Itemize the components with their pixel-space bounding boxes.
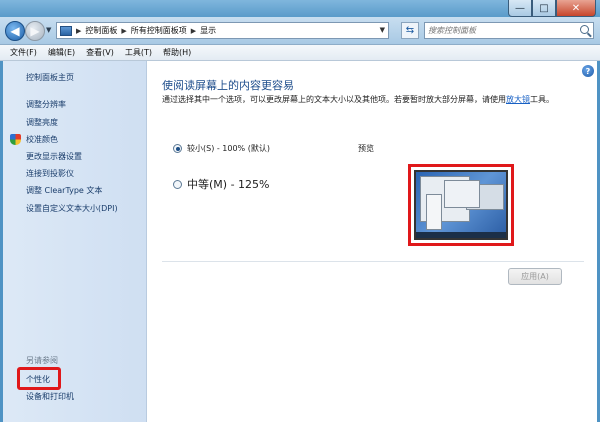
- radio-smaller[interactable]: [173, 144, 182, 153]
- breadcrumb-display[interactable]: 显示: [200, 25, 216, 36]
- divider: [162, 261, 584, 262]
- option-smaller-label[interactable]: 较小(S) - 100% (默认): [187, 143, 270, 154]
- custom-text-size-link[interactable]: 设置自定义文本大小(DPI): [26, 203, 118, 214]
- preview-window: [426, 194, 442, 230]
- refresh-button[interactable]: ⇆: [401, 22, 419, 39]
- menu-tools[interactable]: 工具(T): [125, 47, 152, 58]
- preview-screen: [414, 170, 508, 240]
- control-panel-icon: [60, 25, 72, 36]
- connect-projector-link[interactable]: 连接到投影仪: [26, 168, 74, 179]
- preview-window: [444, 180, 480, 208]
- arrow-right-icon: ▶: [30, 24, 40, 38]
- preview-label: 预览: [358, 144, 374, 153]
- search-icon[interactable]: [580, 25, 589, 34]
- breadcrumb-control-panel[interactable]: 控制面板: [85, 25, 117, 36]
- description-text: 通过选择其中一个选项，可以更改屏幕上的文本大小以及其他项。若要暂时放大部分屏幕，…: [162, 95, 506, 104]
- breadcrumb: ▶ 控制面板 ▶ 所有控制面板项 ▶ 显示: [72, 25, 216, 36]
- shield-icon: [10, 134, 21, 145]
- radio-medium[interactable]: [173, 179, 182, 189]
- apply-button[interactable]: 应用(A): [508, 268, 562, 285]
- description-end: 工具。: [530, 95, 554, 104]
- search-box[interactable]: [424, 22, 594, 39]
- menu-bar: 文件(F) 编辑(E) 查看(V) 工具(T) 帮助(H): [0, 45, 600, 61]
- option-medium-label[interactable]: 中等(M) - 125%: [187, 176, 269, 192]
- chevron-down-icon[interactable]: ▼: [380, 26, 385, 34]
- chevron-right-icon[interactable]: ▶: [121, 27, 126, 35]
- personalization-link[interactable]: 个性化: [26, 374, 50, 385]
- search-input[interactable]: [428, 23, 573, 38]
- chevron-right-icon: ▶: [76, 26, 82, 35]
- page-title: 使阅读屏幕上的内容更容易: [162, 79, 294, 92]
- option-smaller[interactable]: 较小(S) - 100% (默认): [173, 143, 270, 154]
- task-pane: 控制面板主页 调整分辨率 调整亮度 校准颜色 更改显示器设置 连接到投影仪 调整…: [0, 61, 147, 422]
- chevron-right-icon[interactable]: ▶: [191, 27, 196, 35]
- refresh-icon: ⇆: [405, 25, 415, 36]
- adjust-cleartype-link[interactable]: 调整 ClearType 文本: [26, 185, 102, 196]
- help-icon[interactable]: ?: [582, 65, 594, 77]
- adjust-brightness-link[interactable]: 调整亮度: [26, 117, 58, 128]
- change-display-settings-link[interactable]: 更改显示器设置: [26, 151, 82, 162]
- menu-file[interactable]: 文件(F): [10, 47, 37, 58]
- forward-button[interactable]: ▶: [25, 21, 45, 41]
- maximize-button[interactable]: □: [532, 0, 556, 17]
- calibrate-color-link[interactable]: 校准颜色: [26, 134, 58, 145]
- recent-pages-dropdown[interactable]: ▼: [46, 26, 51, 34]
- close-button[interactable]: ✕: [556, 0, 596, 17]
- control-panel-home-link[interactable]: 控制面板主页: [26, 72, 74, 83]
- menu-help[interactable]: 帮助(H): [163, 47, 191, 58]
- page-description: 通过选择其中一个选项，可以更改屏幕上的文本大小以及其他项。若要暂时放大部分屏幕，…: [162, 94, 562, 106]
- preview-image: [408, 164, 514, 246]
- chevron-down-icon: ▼: [46, 26, 52, 34]
- adjust-resolution-link[interactable]: 调整分辨率: [26, 99, 66, 110]
- back-button[interactable]: ◀: [5, 21, 25, 41]
- menu-edit[interactable]: 编辑(E): [48, 47, 75, 58]
- see-also-heading: 另请参阅: [26, 356, 58, 365]
- preview-taskbar: [416, 232, 506, 238]
- magnifier-link[interactable]: 放大镜: [506, 95, 530, 104]
- address-bar[interactable]: ▶ 控制面板 ▶ 所有控制面板项 ▶ 显示 ▼: [56, 22, 389, 39]
- breadcrumb-all-items[interactable]: 所有控制面板项: [131, 25, 187, 36]
- option-medium[interactable]: 中等(M) - 125%: [173, 176, 269, 192]
- window-border-left: [0, 61, 3, 422]
- arrow-left-icon: ◀: [10, 24, 20, 38]
- content-pane: ? 使阅读屏幕上的内容更容易 通过选择其中一个选项，可以更改屏幕上的文本大小以及…: [147, 61, 600, 422]
- devices-printers-link[interactable]: 设备和打印机: [26, 391, 74, 402]
- menu-view[interactable]: 查看(V): [86, 47, 114, 58]
- navigation-bar: ◀ ▶ ▼ ▶ 控制面板 ▶ 所有控制面板项 ▶ 显示 ▼ ⇆: [0, 17, 600, 45]
- minimize-button[interactable]: —: [508, 0, 532, 17]
- window-controls: — □ ✕: [508, 0, 596, 17]
